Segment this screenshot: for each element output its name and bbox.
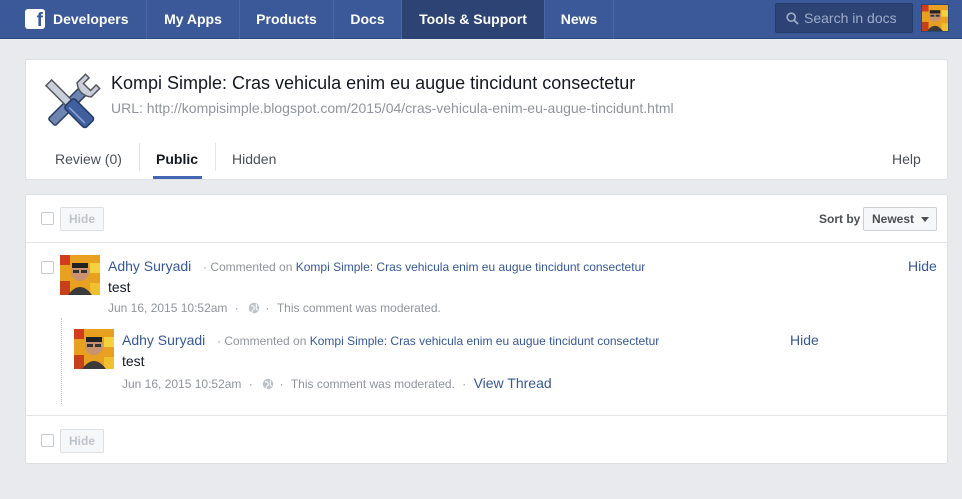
search-input[interactable] (804, 9, 908, 27)
active-tab-indicator (153, 176, 202, 179)
sort-dropdown-value: Newest (872, 212, 915, 226)
nav-products[interactable]: Products (240, 0, 334, 39)
search-icon (786, 12, 799, 25)
comment-text: test (108, 279, 131, 295)
moderation-notice: This comment was moderated. (290, 377, 455, 391)
sort-label: Sort by (819, 212, 861, 226)
select-all-checkbox-bottom[interactable] (41, 434, 54, 447)
commenter-avatar[interactable] (74, 329, 114, 369)
moderation-notice: This comment was moderated. (276, 301, 441, 315)
globe-icon (248, 302, 260, 314)
tab-divider (139, 143, 140, 171)
comment-timestamp[interactable]: Jun 16, 2015 10:52am (108, 301, 227, 315)
object-header-card: Kompi Simple: Cras vehicula enim eu augu… (25, 59, 948, 180)
comments-card: Hide Sort by Newest Adhy Suryadi · Comme… (25, 194, 948, 464)
comment-target-link[interactable]: Kompi Simple: Cras vehicula enim eu augu… (296, 260, 646, 274)
search-box (775, 3, 913, 33)
sort-dropdown[interactable]: Newest (863, 207, 937, 231)
hide-selected-button-bottom[interactable]: Hide (60, 429, 105, 453)
comment-meta: · Commented on Kompi Simple: Cras vehicu… (217, 334, 659, 348)
help-link[interactable]: Help (892, 151, 921, 167)
nav-developers[interactable]: f Developers (0, 0, 147, 39)
comment-checkbox[interactable] (41, 261, 54, 274)
chevron-down-icon (921, 217, 929, 222)
tools-icon (44, 73, 101, 129)
nav-docs[interactable]: Docs (334, 0, 402, 39)
commented-on-label: · Commented on (217, 334, 307, 348)
comment-author[interactable]: Adhy Suryadi (122, 332, 205, 348)
tab-review[interactable]: Review (0) (55, 151, 122, 167)
nav-my-apps[interactable]: My Apps (147, 0, 240, 39)
facebook-logo-icon: f (25, 9, 45, 31)
nav-tools-support[interactable]: Tools & Support (402, 0, 545, 39)
object-title: Kompi Simple: Cras vehicula enim eu augu… (111, 73, 636, 93)
comment-author[interactable]: Adhy Suryadi (108, 258, 191, 274)
comment-timestamp-row: Jun 16, 2015 10:52am · · This comment wa… (108, 301, 441, 315)
tab-divider (215, 143, 216, 171)
commented-on-label: · Commented on (203, 260, 293, 274)
tab-hidden[interactable]: Hidden (232, 151, 276, 167)
comment-meta: · Commented on Kompi Simple: Cras vehicu… (203, 260, 645, 274)
comment-text: test (122, 353, 145, 369)
nav-developers-label: Developers (53, 11, 129, 27)
hide-comment-link[interactable]: Hide (790, 332, 819, 348)
user-avatar[interactable] (921, 4, 949, 32)
globe-icon (262, 378, 274, 390)
comment-timestamp[interactable]: Jun 16, 2015 10:52am (122, 377, 241, 391)
select-all-checkbox[interactable] (41, 212, 54, 225)
divider (26, 242, 947, 243)
object-url: URL: http://kompisimple.blogspot.com/201… (111, 100, 674, 116)
view-thread-link[interactable]: View Thread (474, 375, 552, 391)
thread-connector (61, 318, 62, 404)
divider (26, 415, 947, 416)
comment-target-link[interactable]: Kompi Simple: Cras vehicula enim eu augu… (310, 334, 660, 348)
commenter-avatar[interactable] (60, 255, 100, 295)
tab-public[interactable]: Public (156, 151, 198, 167)
comment-timestamp-row: Jun 16, 2015 10:52am · · This comment wa… (122, 375, 552, 391)
top-navigation-bar: f Developers My Apps Products Docs Tools… (0, 0, 962, 39)
hide-selected-button[interactable]: Hide (60, 207, 105, 231)
hide-comment-link[interactable]: Hide (908, 258, 937, 274)
nav-news[interactable]: News (545, 0, 614, 39)
